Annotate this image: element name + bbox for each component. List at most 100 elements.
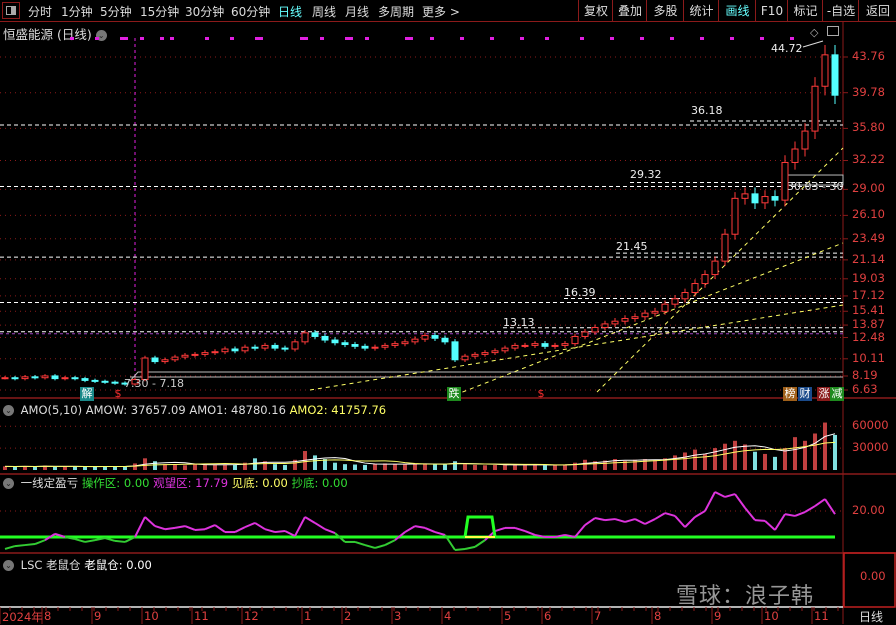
volume-bar: [743, 444, 747, 470]
candle-body: [241, 346, 249, 352]
chevron-down-icon[interactable]: ⌄: [3, 560, 14, 571]
candle-body: [451, 341, 459, 361]
date-axis-label: 10: [144, 609, 159, 623]
volume-bar: [413, 463, 417, 470]
candle-body: [821, 54, 829, 87]
indicator-line-segment: [744, 507, 756, 521]
indicator-line-segment: [684, 516, 696, 528]
indicator-line-segment: [274, 530, 286, 534]
signal-jie[interactable]: 解: [80, 387, 94, 401]
volume-bar: [373, 463, 377, 470]
volume-bar: [523, 464, 527, 470]
volume-bar: [173, 464, 177, 470]
candle-body: [71, 377, 79, 380]
period-label[interactable]: 日线: [846, 608, 896, 625]
volume-bar: [793, 437, 797, 470]
candle-body: [1, 377, 9, 380]
volume-bar: [763, 453, 767, 470]
amo1-line: [4, 433, 836, 468]
signal-die[interactable]: 跌: [447, 387, 461, 401]
volume-bar: [403, 464, 407, 470]
candle-body: [181, 354, 189, 358]
date-axis-label: 2024年: [2, 610, 43, 624]
indicator-line-segment: [714, 491, 726, 498]
signal-bang[interactable]: 榜: [783, 387, 797, 401]
candle-body: [201, 352, 209, 355]
indicator-name: 一线定盈亏: [20, 476, 79, 490]
candle-body: [111, 381, 119, 384]
amo1-value: AMO1: 48780.16: [189, 403, 286, 417]
candle-body: [41, 375, 49, 379]
volume-bar: [273, 464, 277, 470]
candle-body: [301, 332, 309, 343]
signal-cai[interactable]: 财: [798, 387, 812, 401]
volume-bar: [193, 464, 197, 470]
volume-bar: [723, 443, 727, 470]
signal-dollar-2[interactable]: $: [534, 387, 548, 401]
volume-bar: [733, 440, 737, 470]
signal-marker: [460, 37, 464, 40]
indicator-line-segment: [164, 526, 176, 531]
volume-bar: [353, 464, 357, 470]
indicator-line-segment: [294, 516, 306, 537]
indicator-line-segment: [254, 522, 266, 531]
signal-marker: [580, 37, 584, 40]
indicator-line-segment: [704, 491, 716, 512]
volume-bar: [833, 434, 837, 470]
indicator-line-segment: [814, 498, 826, 507]
date-axis-label: 11: [194, 609, 209, 623]
signal-marker: [170, 37, 174, 40]
amow-value: AMOW: 37657.09: [85, 403, 186, 417]
signal-dollar-1[interactable]: $: [111, 387, 125, 401]
date-axis-label: 8: [44, 609, 52, 623]
candle-body: [281, 347, 289, 350]
signal-marker: [790, 37, 794, 40]
level-note-21: 21.45: [616, 240, 648, 253]
candle-body: [351, 344, 359, 347]
date-axis-label: 9: [714, 609, 722, 623]
indicator-axis-label: 20.00: [852, 503, 885, 517]
indicator-line-segment: [574, 524, 586, 538]
candle-body: [681, 292, 689, 300]
signal-jian[interactable]: 减: [830, 387, 844, 401]
signal-marker: [610, 37, 614, 40]
price-axis-label: 23.49: [852, 230, 885, 245]
signal-zhang[interactable]: 涨: [817, 387, 831, 401]
level-note-36: 36.18: [691, 104, 723, 117]
candle-body: [471, 353, 479, 357]
candle-body: [521, 344, 529, 347]
signal-marker: [545, 37, 549, 40]
candle-body: [531, 343, 539, 346]
indicator-line-segment: [324, 528, 336, 535]
low-price-note: 7.30 - 7.18: [124, 377, 184, 390]
lsc-value: 老鼠仓: 0.00: [84, 558, 152, 572]
candle-body: [291, 341, 299, 350]
chart-canvas[interactable]: [0, 0, 896, 624]
signal-marker: [95, 37, 99, 40]
candle-body: [101, 380, 109, 383]
candle-body: [541, 343, 549, 347]
volume-bar: [673, 455, 677, 470]
indicator-line-segment: [734, 493, 746, 509]
cao-value: 操作区: 0.00: [81, 476, 150, 490]
lsc-title: ⌄ LSC 老鼠仓 老鼠仓: 0.00: [3, 557, 152, 573]
chevron-down-icon[interactable]: ⌄: [3, 405, 14, 416]
indicator-line-segment: [604, 518, 616, 522]
indicator-line-segment: [404, 525, 416, 533]
candle-body: [251, 346, 259, 349]
indicator-line-segment: [644, 518, 656, 525]
candle-body: [551, 344, 559, 347]
price-axis-label: 10.11: [852, 350, 885, 365]
candle-body: [211, 351, 219, 354]
chevron-down-icon[interactable]: ⌄: [3, 478, 14, 489]
price-axis-label: 39.78: [852, 84, 885, 99]
volume-bar: [773, 456, 777, 470]
high-arrow: [802, 40, 824, 48]
indicator-line-segment: [434, 531, 446, 536]
candle-body: [91, 379, 99, 382]
volume-bar: [113, 466, 117, 470]
volume-bar: [583, 459, 587, 470]
indicator-line-segment: [454, 547, 466, 551]
signal-marker: [760, 37, 764, 40]
volume-bar: [813, 433, 817, 470]
